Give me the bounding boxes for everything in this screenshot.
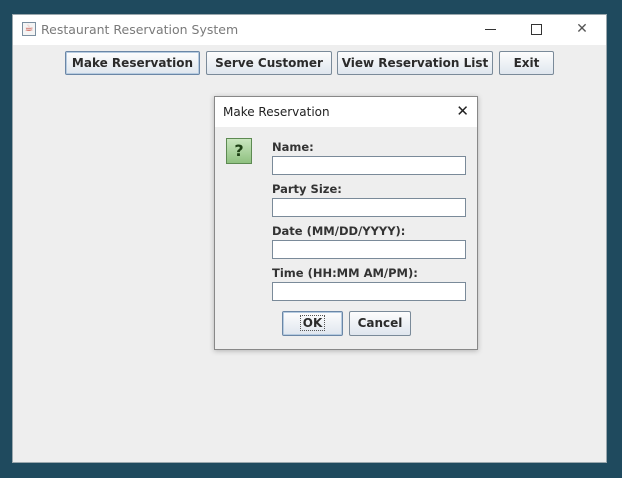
time-label: Time (HH:MM AM/PM): [272, 266, 418, 280]
java-app-icon: ☕ [22, 22, 36, 36]
dialog-close-icon[interactable]: ✕ [456, 102, 469, 120]
title-bar: ☕ Restaurant Reservation System ✕ [13, 15, 606, 45]
close-icon: ✕ [576, 21, 588, 37]
make-reservation-button[interactable]: Make Reservation [65, 51, 200, 75]
party-size-label: Party Size: [272, 182, 342, 196]
window-title: Restaurant Reservation System [41, 22, 239, 37]
make-reservation-dialog: Make Reservation ✕ ? Name: Party Size: D… [214, 96, 478, 350]
time-field[interactable] [272, 282, 466, 301]
dialog-title: Make Reservation [223, 105, 330, 119]
close-button[interactable]: ✕ [559, 15, 605, 45]
name-field[interactable] [272, 156, 466, 175]
minimize-icon [484, 28, 496, 30]
main-window: ☕ Restaurant Reservation System ✕ Make R… [12, 14, 607, 463]
name-label: Name: [272, 140, 314, 154]
date-field[interactable] [272, 240, 466, 259]
date-label: Date (MM/DD/YYYY): [272, 224, 406, 238]
minimize-button[interactable] [467, 15, 513, 45]
ok-label: OK [299, 315, 326, 331]
cancel-button[interactable]: Cancel [349, 311, 411, 336]
ok-button[interactable]: OK [282, 311, 343, 336]
view-reservation-list-button[interactable]: View Reservation List [337, 51, 493, 75]
serve-customer-button[interactable]: Serve Customer [206, 51, 332, 75]
exit-button[interactable]: Exit [499, 51, 554, 75]
dialog-title-bar: Make Reservation ✕ [215, 97, 477, 127]
party-size-field[interactable] [272, 198, 466, 217]
maximize-icon [530, 23, 542, 35]
maximize-button[interactable] [513, 15, 559, 45]
question-icon: ? [226, 138, 252, 164]
